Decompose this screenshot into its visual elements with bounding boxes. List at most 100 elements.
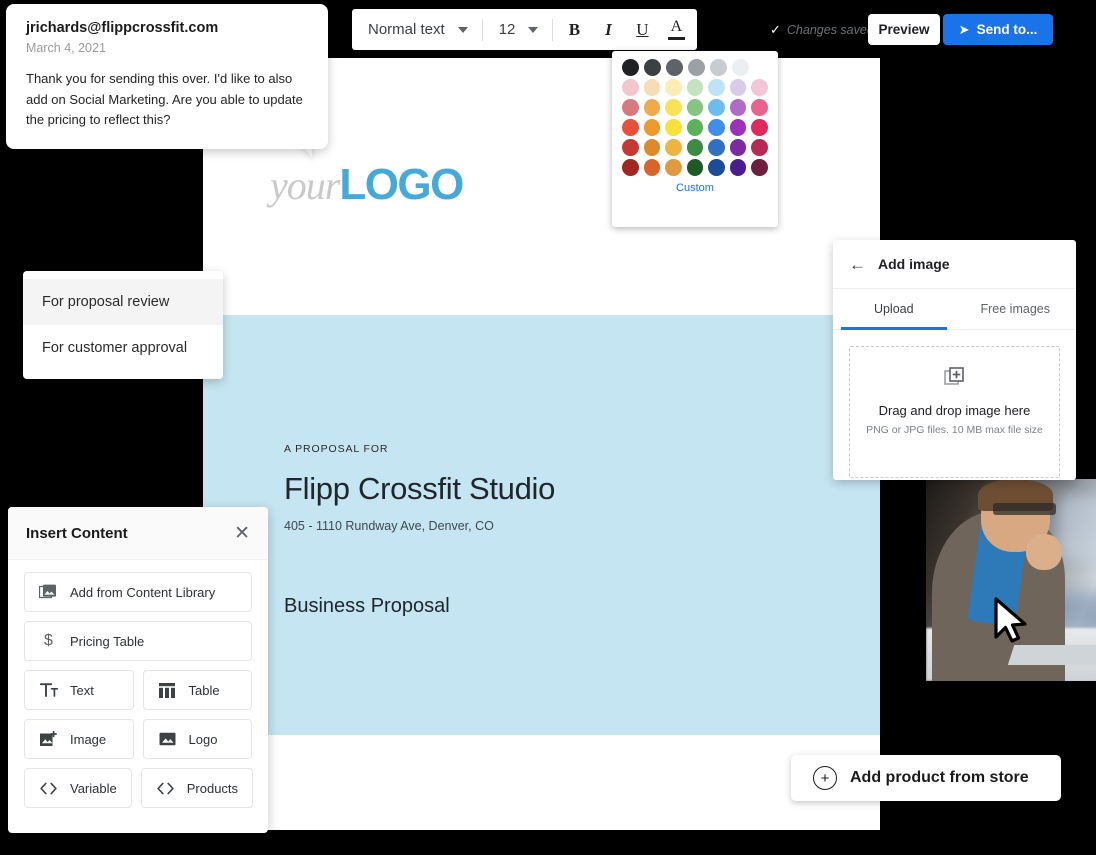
underline-button[interactable]: U (625, 9, 659, 50)
color-swatch-1-2[interactable] (665, 79, 682, 96)
color-swatch-4-3[interactable] (686, 139, 704, 156)
send-to-button[interactable]: ➤ Send to... (943, 14, 1053, 45)
logo-name-text: LOGO (339, 160, 464, 209)
table-icon (158, 682, 177, 698)
color-swatch-3-5[interactable] (729, 119, 747, 136)
color-swatch-5-2[interactable] (665, 159, 682, 176)
menu-item-1[interactable]: For customer approval (23, 325, 223, 371)
custom-color-link[interactable]: Custom (612, 182, 778, 194)
color-swatch-2-6[interactable] (751, 99, 769, 116)
color-swatch-1-3[interactable] (686, 79, 704, 96)
color-swatch-4-6[interactable] (751, 139, 769, 156)
color-swatch-5-5[interactable] (729, 159, 747, 176)
insert-item-products[interactable]: Products (140, 768, 254, 808)
document-page[interactable]: yourLOGO A PROPOSAL FOR Flipp Crossfit S… (203, 58, 1096, 830)
add-image-tab-upload[interactable]: Upload (833, 289, 955, 330)
color-swatch-0-5[interactable] (732, 59, 749, 76)
insert-item-table[interactable]: Table (142, 670, 252, 710)
color-swatch-2-0[interactable] (622, 99, 639, 116)
insert-item-text[interactable]: Text (24, 670, 134, 710)
insert-item-row: Text Table (24, 670, 252, 710)
color-swatch-5-6[interactable] (751, 159, 769, 176)
document-hero-photo[interactable] (926, 479, 1096, 681)
color-swatch-1-1[interactable] (643, 79, 661, 96)
text-color-letter: A (670, 18, 683, 35)
color-swatch-0-2[interactable] (666, 59, 683, 76)
app-screen: yourLOGO A PROPOSAL FOR Flipp Crossfit S… (0, 0, 1096, 855)
add-image-header: ← Add image (833, 240, 1076, 289)
color-swatch-3-3[interactable] (686, 119, 704, 136)
color-swatch-2-2[interactable] (665, 99, 682, 116)
add-image-icon (943, 367, 966, 394)
color-swatch-5-1[interactable] (643, 159, 661, 176)
color-swatch-4-5[interactable] (729, 139, 747, 156)
text-color-button[interactable]: A (659, 9, 693, 50)
add-product-from-store-button[interactable]: + Add product from store (791, 755, 1061, 801)
insert-content-title: Insert Content (26, 524, 128, 542)
italic-button[interactable]: I (591, 9, 625, 50)
insert-content-panel: Insert Content ✕ Add from Content Librar… (8, 507, 268, 833)
proposal-subtitle[interactable]: Business Proposal (284, 595, 754, 618)
color-picker-popover: Custom (612, 51, 778, 227)
color-swatch-3-1[interactable] (643, 119, 661, 136)
insert-item-add-from-content-library[interactable]: Add from Content Library (24, 572, 252, 612)
close-icon[interactable]: ✕ (234, 524, 250, 543)
back-arrow-icon[interactable]: ← (849, 256, 866, 273)
color-swatch-5-4[interactable] (708, 159, 725, 176)
text-color-swatch-icon (667, 37, 685, 40)
color-swatch-5-3[interactable] (686, 159, 704, 176)
color-swatch-2-4[interactable] (708, 99, 725, 116)
image-icon (39, 731, 58, 747)
color-swatch-2-1[interactable] (643, 99, 661, 116)
color-swatch-5-0[interactable] (622, 159, 639, 176)
color-swatch-2-5[interactable] (729, 99, 747, 116)
color-swatch-3-0[interactable] (622, 119, 639, 136)
color-swatch-0-4[interactable] (710, 59, 727, 76)
color-swatch-4-2[interactable] (665, 139, 682, 156)
color-swatch-2-3[interactable] (686, 99, 704, 116)
color-swatch-0-3[interactable] (688, 59, 705, 76)
color-swatch-1-0[interactable] (622, 79, 639, 96)
document-logo[interactable]: yourLOGO (270, 160, 464, 209)
color-swatch-0-0[interactable] (622, 59, 639, 76)
font-size-dropdown[interactable]: 12 (487, 9, 549, 50)
insert-content-body: Add from Content Library $ Pricing Table Te… (8, 560, 268, 833)
color-swatch-row (612, 99, 778, 116)
color-swatch-3-4[interactable] (708, 119, 725, 136)
add-image-tab-free-images[interactable]: Free images (955, 289, 1077, 329)
color-swatch-0-1[interactable] (644, 59, 661, 76)
color-swatch-3-6[interactable] (751, 119, 769, 136)
toolbar-divider (481, 18, 483, 41)
color-swatch-row (612, 159, 778, 176)
changes-saved-status: ✓ Changes saved (770, 22, 874, 38)
color-swatch-4-4[interactable] (708, 139, 725, 156)
document-cover-text: A PROPOSAL FOR Flipp Crossfit Studio 405… (284, 443, 754, 618)
logo-prefix-text: your (270, 163, 340, 208)
send-to-label: Send to... (976, 22, 1038, 37)
proposal-address[interactable]: 405 - 1110 Rundway Ave, Denver, CO (284, 519, 754, 533)
color-swatch-1-4[interactable] (708, 79, 725, 96)
insert-item-pricing-table[interactable]: $ Pricing Table (24, 621, 252, 661)
formatting-toolbar: Normal text 12 B I U A (352, 9, 698, 50)
proposal-client-title[interactable]: Flipp Crossfit Studio (284, 471, 754, 507)
insert-item-label: Logo (188, 731, 218, 747)
text-style-dropdown[interactable]: Normal text (356, 9, 478, 50)
color-swatch-4-0[interactable] (622, 139, 639, 156)
color-swatch-4-1[interactable] (643, 139, 661, 156)
preview-button[interactable]: Preview (868, 14, 940, 45)
color-swatch-1-5[interactable] (729, 79, 747, 96)
bold-button[interactable]: B (557, 9, 591, 50)
color-swatch-3-2[interactable] (665, 119, 682, 136)
comment-date: March 4, 2021 (26, 41, 106, 55)
insert-item-variable[interactable]: Variable (24, 768, 132, 808)
share-options-menu: For proposal review For customer approval (23, 271, 223, 379)
color-swatch-1-6[interactable] (751, 79, 769, 96)
menu-item-0[interactable]: For proposal review (23, 279, 223, 325)
insert-content-header: Insert Content ✕ (8, 507, 268, 560)
add-image-tabs: Upload Free images (833, 289, 1076, 330)
send-icon: ➤ (958, 21, 970, 37)
insert-item-logo[interactable]: Logo (142, 719, 252, 759)
insert-item-image[interactable]: Image (24, 719, 134, 759)
image-dropzone[interactable]: Drag and drop image here PNG or JPG file… (849, 346, 1060, 478)
insert-item-row: Image Logo (24, 719, 252, 759)
